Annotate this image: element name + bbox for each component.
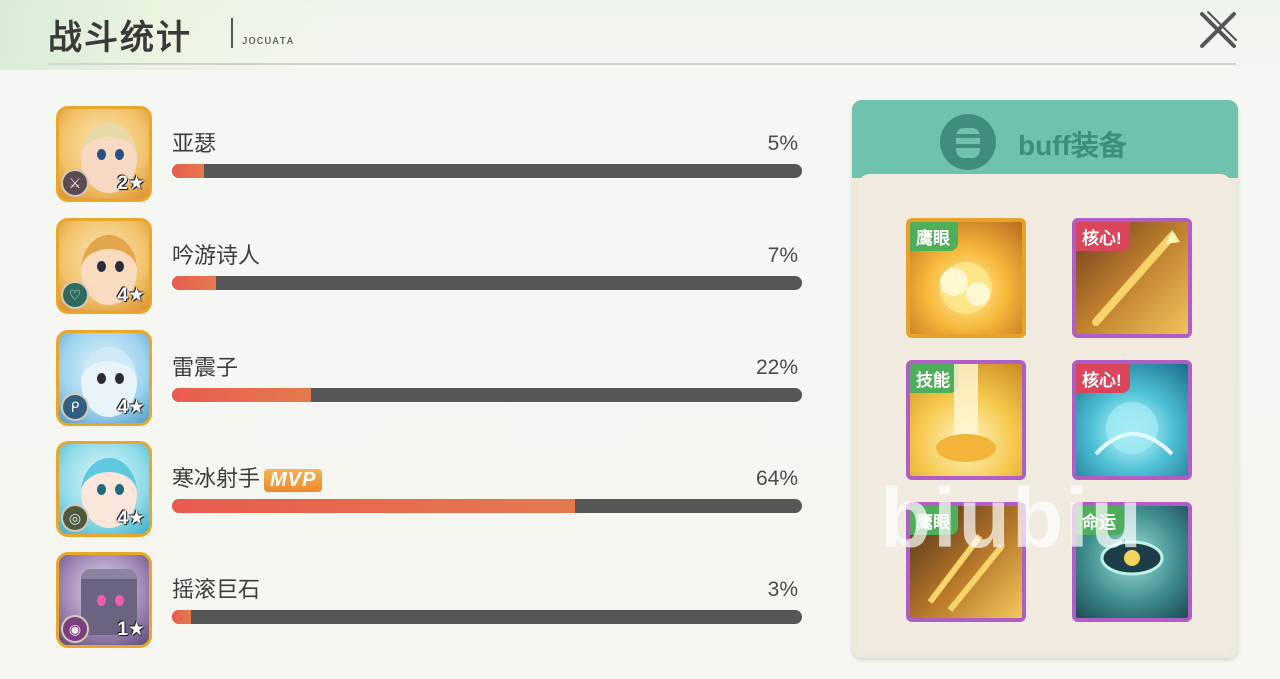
buff-grid: 鹰眼 核心! 技能 核心! 鹰眼 命运 [858,174,1232,654]
damage-bar-fill [172,164,204,178]
damage-percent: 64% [755,467,798,490]
damage-bar [172,388,802,402]
player-row: ◉ 1★ 摇滚巨石 3% [56,552,806,652]
swords-icon: ⚔ [61,169,89,197]
level-badge: 4★ [117,397,145,418]
level-badge: 4★ [117,285,145,306]
avatar-bard[interactable]: ♡ 4★ [56,218,152,314]
buff-item[interactable]: 核心! [1072,218,1192,338]
light-beam-icon [936,364,996,462]
damage-bar-fill [172,388,311,402]
buff-item[interactable]: 鹰眼 [906,502,1026,622]
player-name: 寒冰射手 MVP [172,461,323,493]
damage-percent: 7% [767,244,798,267]
staff-icon: ᑭ [61,393,89,421]
buff-item[interactable]: 命运 [1072,502,1192,622]
player-row: ♡ 4★ 吟游诗人 7% [56,218,806,318]
damage-bar-fill [172,499,576,513]
damage-bar-fill [172,276,217,290]
level-badge: 1★ [117,619,145,640]
target-icon: ◎ [61,504,89,532]
damage-percent: 22% [755,356,798,379]
shield-icon: ◉ [61,615,89,643]
close-button[interactable] [1196,8,1242,54]
level-badge: 2★ [117,173,145,194]
buff-panel-header: buff装备 [852,100,1238,178]
buff-panel-title: buff装备 [1018,130,1127,161]
player-name: 吟游诗人 [172,243,261,268]
buff-item[interactable]: 核心! [1072,360,1192,480]
heart-icon: ♡ [61,281,89,309]
close-icon [1200,11,1237,48]
avatar-ice-archer[interactable]: ◎ 4★ [56,441,152,537]
arrows-icon [927,534,1005,612]
avatar-leizhenzi[interactable]: ᑭ 4★ [56,330,152,426]
spear-icon [1092,230,1180,326]
damage-bar [172,276,802,290]
player-name: 摇滚巨石 [172,577,261,602]
player-row: ◎ 4★ 寒冰射手 MVP 64% [56,441,806,541]
damage-percent: 3% [767,578,798,601]
eye-icon [1100,540,1164,576]
buff-item[interactable]: 技能 [906,360,1026,480]
player-row: ᑭ 4★ 雷震子 22% [56,330,806,430]
page-title: 战斗统计 [48,19,192,57]
buff-panel: buff装备 鹰眼 核心! 技能 核心! 鹰眼 命运 [852,100,1238,658]
mvp-badge: MVP [264,469,323,492]
damage-bar-fill [172,610,191,624]
player-name: 亚瑟 [172,131,217,156]
explosion-icon [940,262,992,314]
buff-item[interactable]: 鹰眼 [906,218,1026,338]
level-badge: 4★ [117,508,145,529]
water-orb-icon [1094,402,1174,456]
avatar-arthur[interactable]: ⚔ 2★ [56,106,152,202]
damage-bar [172,499,802,513]
damage-bar [172,164,802,178]
player-row: ⚔ 2★ 亚瑟 5% [56,106,806,206]
buff-bag-icon [940,114,996,170]
page-subtitle: ᴊᴏᴄᴜᴀᴛᴀ [242,32,295,47]
damage-bar [172,610,802,624]
damage-percent: 5% [767,132,798,155]
title-divider [231,18,233,48]
avatar-rock-giant[interactable]: ◉ 1★ [56,552,152,648]
player-name: 雷震子 [172,355,239,380]
header-divider [48,63,1236,65]
